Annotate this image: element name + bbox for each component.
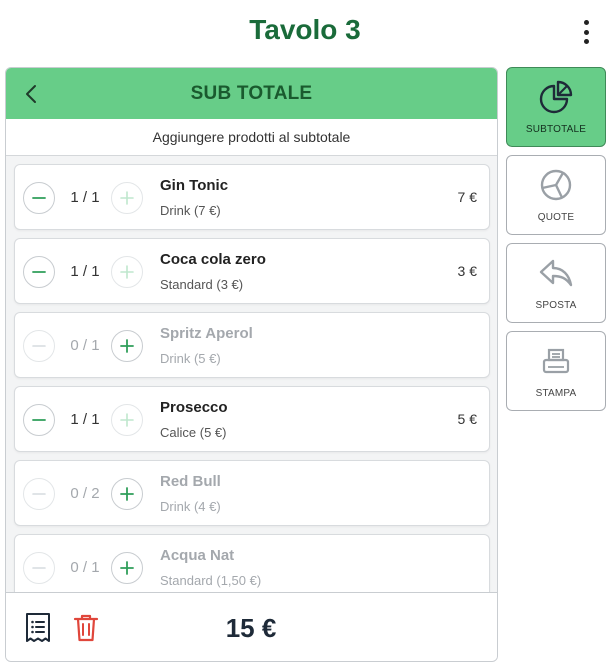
product-row: 0 / 2 Red Bull Drink (4 €) — [14, 460, 490, 526]
kebab-menu-icon[interactable] — [576, 18, 596, 46]
product-row: 0 / 1 Spritz Aperol Drink (5 €) — [14, 312, 490, 378]
product-variant: Standard (3 €) — [160, 277, 244, 292]
product-row: 1 / 1 Gin Tonic Drink (7 €) 7 € — [14, 164, 490, 230]
decrease-button[interactable] — [23, 404, 55, 436]
printer-icon — [542, 348, 570, 374]
quantity-value: 1 / 1 — [70, 263, 100, 280]
app: Tavolo 3 SUB TOTALE Aggiungere prodotti … — [0, 0, 613, 672]
product-variant: Drink (5 €) — [160, 351, 221, 366]
minus-icon — [32, 419, 46, 421]
plus-icon — [120, 561, 134, 575]
quote-button[interactable]: QUOTE — [506, 155, 606, 235]
receipt-button[interactable] — [24, 612, 52, 644]
decrease-button[interactable] — [23, 182, 55, 214]
decrease-button[interactable] — [23, 478, 55, 510]
decrease-button[interactable] — [23, 552, 55, 584]
quantity-value: 1 / 1 — [70, 189, 100, 206]
product-name: Acqua Nat — [160, 547, 235, 564]
minus-icon — [32, 197, 46, 199]
panel-title: SUB TOTALE — [190, 82, 313, 104]
product-name: Red Bull — [160, 473, 221, 490]
increase-button[interactable] — [111, 552, 143, 584]
decrease-button[interactable] — [23, 330, 55, 362]
panel-footer: 15 € — [6, 592, 497, 661]
increase-button[interactable] — [111, 182, 143, 214]
plus-icon — [120, 191, 134, 205]
product-row: 0 / 1 Acqua Nat Standard (1,50 €) — [14, 534, 490, 592]
plus-icon — [120, 265, 134, 279]
quantity-value: 1 / 1 — [70, 411, 100, 428]
back-button[interactable] — [18, 81, 44, 107]
product-name: Coca cola zero — [160, 251, 266, 268]
total-amount: 15 € — [225, 613, 277, 643]
product-variant: Drink (7 €) — [160, 203, 221, 218]
increase-button[interactable] — [111, 404, 143, 436]
delete-button[interactable] — [73, 613, 99, 643]
pie-chart-icon — [539, 80, 573, 114]
minus-icon — [32, 271, 46, 273]
plus-icon — [120, 487, 134, 501]
subtotal-panel: SUB TOTALE Aggiungere prodotti al subtot… — [5, 67, 498, 662]
product-list[interactable]: 1 / 1 Gin Tonic Drink (7 €) 7 € 1 / 1 Co… — [6, 156, 497, 592]
page-title: Tavolo 3 — [249, 14, 361, 45]
subtotale-button[interactable]: SUBTOTALE — [506, 67, 606, 147]
receipt-icon — [26, 613, 50, 642]
product-name: Prosecco — [160, 399, 228, 416]
increase-button[interactable] — [111, 478, 143, 510]
increase-button[interactable] — [111, 330, 143, 362]
back-arrow-icon — [26, 85, 36, 103]
minus-icon — [32, 567, 46, 569]
sposta-label: SPOSTA — [535, 300, 577, 311]
product-row: 1 / 1 Prosecco Calice (5 €) 5 € — [14, 386, 490, 452]
quantity-value: 0 / 2 — [70, 485, 100, 502]
product-price: 5 € — [457, 411, 477, 427]
minus-icon — [32, 345, 46, 347]
trash-icon — [73, 614, 99, 642]
plus-icon — [120, 413, 134, 427]
stampa-button[interactable]: STAMPA — [506, 331, 606, 411]
product-price: 7 € — [457, 189, 477, 205]
plus-icon — [120, 339, 134, 353]
increase-button[interactable] — [111, 256, 143, 288]
product-variant: Drink (4 €) — [160, 499, 221, 514]
product-row: 1 / 1 Coca cola zero Standard (3 €) 3 € — [14, 238, 490, 304]
subtotale-label: SUBTOTALE — [525, 124, 587, 135]
product-variant: Standard (1,50 €) — [160, 573, 262, 588]
quantity-value: 0 / 1 — [70, 559, 100, 576]
sposta-button[interactable]: SPOSTA — [506, 243, 606, 323]
minus-icon — [32, 493, 46, 495]
product-price: 3 € — [457, 263, 477, 279]
product-name: Spritz Aperol — [160, 325, 253, 342]
circle-split-icon — [540, 169, 572, 201]
product-variant: Calice (5 €) — [160, 425, 227, 440]
quantity-value: 0 / 1 — [70, 337, 100, 354]
panel-header: SUB TOTALE — [6, 68, 497, 119]
reply-arrow-icon — [539, 259, 573, 287]
panel-subtitle: Aggiungere prodotti al subtotale — [6, 119, 497, 156]
stampa-label: STAMPA — [535, 388, 577, 399]
decrease-button[interactable] — [23, 256, 55, 288]
product-name: Gin Tonic — [160, 177, 229, 194]
quote-label: QUOTE — [537, 212, 575, 223]
